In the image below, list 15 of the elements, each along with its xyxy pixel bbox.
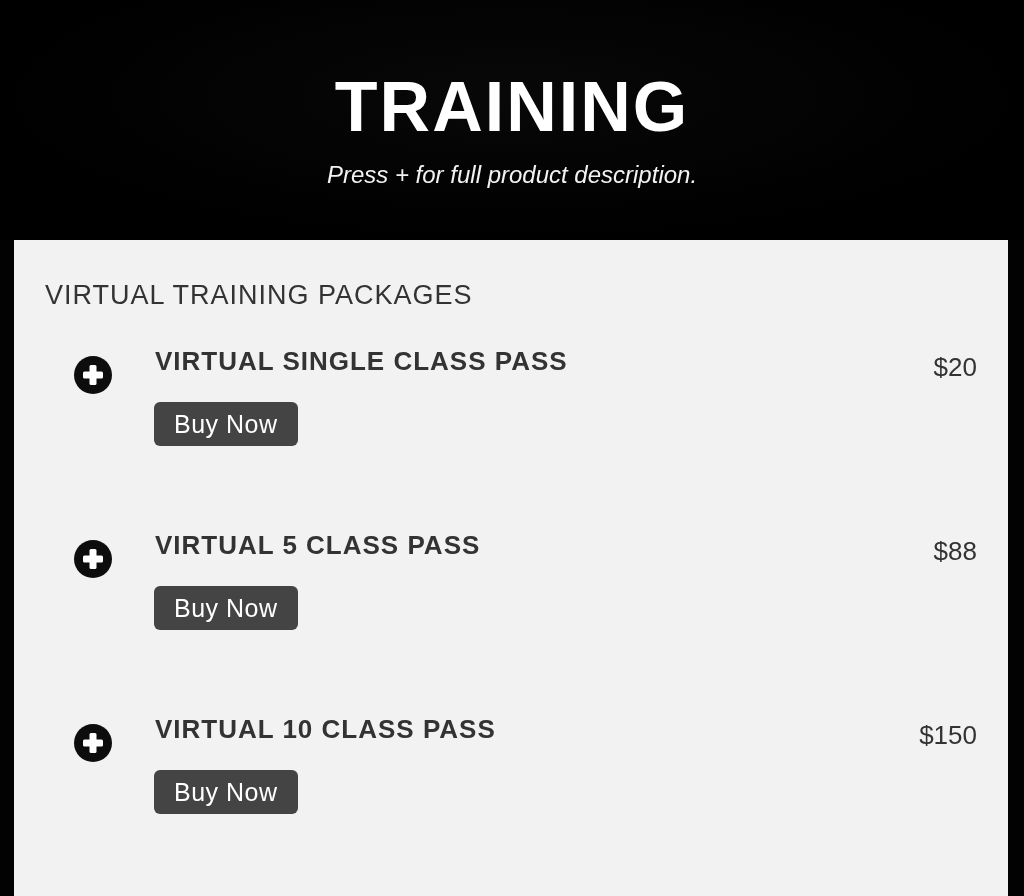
- page-title: TRAINING: [334, 67, 690, 148]
- product-name: VIRTUAL SINGLE CLASS PASS: [155, 346, 568, 376]
- product-name: VIRTUAL 5 CLASS PASS: [155, 530, 481, 560]
- product-name: VIRTUAL 10 CLASS PASS: [155, 714, 496, 744]
- product-price: $150: [919, 720, 977, 750]
- buy-now-button[interactable]: Buy Now: [154, 586, 298, 630]
- buy-now-button[interactable]: Buy Now: [154, 402, 298, 446]
- expand-icon[interactable]: [74, 540, 112, 578]
- expand-icon[interactable]: [74, 356, 112, 394]
- product-price: $88: [933, 536, 977, 566]
- section-heading: VIRTUAL TRAINING PACKAGES: [45, 280, 474, 310]
- product-price: $20: [933, 352, 977, 382]
- page-subtitle: Press + for full product description.: [326, 160, 698, 190]
- buy-now-button[interactable]: Buy Now: [154, 770, 298, 814]
- expand-icon[interactable]: [74, 724, 112, 762]
